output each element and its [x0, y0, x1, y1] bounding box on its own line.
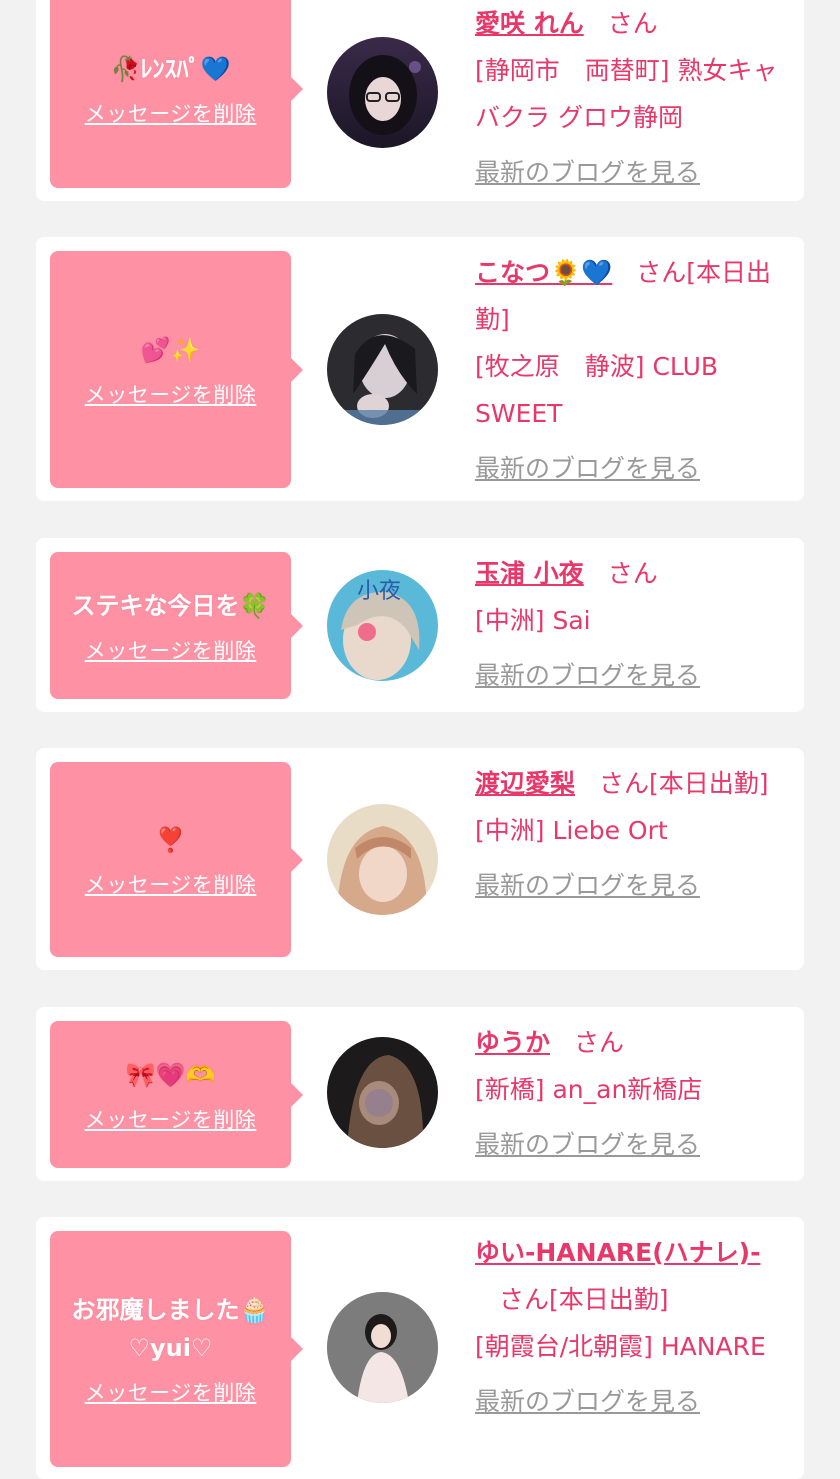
message-text: 💕✨ [140, 335, 201, 364]
honorific: さん [599, 769, 650, 798]
avatar[interactable] [327, 314, 438, 425]
shop-location: [静岡市 両替町] 熟女キャバクラ グロウ静岡 [475, 56, 778, 132]
message-bubble: ❣️ メッセージを削除 [50, 762, 303, 957]
latest-blog-link[interactable]: 最新のブログを見る [475, 1121, 700, 1168]
honorific: さん [607, 9, 658, 38]
shop-location: [新橋] an_an新橋店 [475, 1075, 703, 1104]
cast-name-link[interactable]: ゆうか [475, 1028, 550, 1057]
latest-blog-link[interactable]: 最新のブログを見る [475, 1378, 700, 1425]
shop-location: [中洲] Sai [475, 606, 591, 635]
message-text: ステキな今日を🍀 [71, 591, 270, 620]
message-text: ❣️ [155, 825, 186, 854]
delete-message-link[interactable]: メッセージを削除 [85, 1104, 257, 1134]
avatar[interactable] [327, 1292, 438, 1403]
avatar[interactable] [327, 804, 438, 915]
latest-blog-link[interactable]: 最新のブログを見る [475, 652, 700, 699]
message-text: 🥀ﾚﾝｽﾊﾟ💙 [110, 55, 231, 83]
honorific: さん [636, 258, 687, 287]
cast-name-link[interactable]: 愛咲 れん [475, 9, 584, 38]
delete-message-link[interactable]: メッセージを削除 [85, 379, 257, 409]
cast-info: こなつ🌻💙 さん[本日出勤] [牧之原 静波] CLUB SWEET 最新のブログ… [475, 249, 793, 492]
delete-message-link[interactable]: メッセージを削除 [85, 869, 257, 899]
cast-name-link[interactable]: 渡辺愛梨 [475, 769, 575, 798]
cast-name-link[interactable]: こなつ🌻💙 [475, 258, 612, 287]
avatar-image [327, 1037, 438, 1148]
cast-name-link[interactable]: ゆい-HANARE(ハナレ)- [475, 1238, 760, 1267]
latest-blog-link[interactable]: 最新のブログを見る [475, 149, 700, 196]
message-card: お邪魔しました🧁 ♡yui♡ メッセージを削除 ゆい-HANARE(ハナレ)- さ… [36, 1217, 804, 1479]
honorific: さん [607, 559, 658, 588]
message-card: 🥀ﾚﾝｽﾊﾟ💙 メッセージを削除 愛咲 れん さん [静岡市 両替町] 熟女キャバ… [36, 0, 804, 201]
message-card: ❣️ メッセージを削除 渡辺愛梨 さん[本日出勤] [中洲] Liebe Ort … [36, 748, 804, 970]
svg-text:小夜: 小夜 [357, 579, 401, 604]
cast-info: 愛咲 れん さん [静岡市 両替町] 熟女キャバクラ グロウ静岡 最新のブログを見… [475, 0, 793, 196]
honorific: さん [499, 1285, 550, 1314]
cast-name-link[interactable]: 玉浦 小夜 [475, 559, 584, 588]
delete-message-link[interactable]: メッセージを削除 [85, 1377, 257, 1407]
shop-location: [牧之原 静波] CLUB SWEET [475, 352, 719, 428]
delete-message-link[interactable]: メッセージを削除 [85, 98, 257, 128]
delete-message-link[interactable]: メッセージを削除 [85, 635, 257, 665]
attendance-status: [本日出勤] [649, 769, 769, 798]
avatar-image: 小夜 [327, 570, 438, 681]
cast-info: 玉浦 小夜 さん [中洲] Sai 最新のブログを見る [475, 550, 793, 699]
avatar-image [327, 1292, 438, 1403]
message-bubble: ステキな今日を🍀 メッセージを削除 [50, 552, 303, 699]
cast-info: ゆい-HANARE(ハナレ)- さん[本日出勤] [朝霞台/北朝霞] HANARE… [475, 1229, 793, 1425]
avatar-image [327, 37, 438, 148]
shop-location: [中洲] Liebe Ort [475, 816, 668, 845]
message-bubble: 💕✨ メッセージを削除 [50, 251, 303, 488]
avatar[interactable] [327, 37, 438, 148]
avatar-image [327, 804, 438, 915]
message-bubble: お邪魔しました🧁 ♡yui♡ メッセージを削除 [50, 1231, 303, 1467]
message-bubble: 🥀ﾚﾝｽﾊﾟ💙 メッセージを削除 [50, 0, 303, 188]
message-card: 🎀💗🫶 メッセージを削除 ゆうか さん [新橋] an_an新橋店 最新のブログを… [36, 1007, 804, 1181]
avatar[interactable] [327, 1037, 438, 1148]
cast-info: ゆうか さん [新橋] an_an新橋店 最新のブログを見る [475, 1019, 793, 1168]
latest-blog-link[interactable]: 最新のブログを見る [475, 862, 700, 909]
honorific: さん [574, 1028, 625, 1057]
message-text-line2: ♡yui♡ [128, 1334, 213, 1362]
message-card: ステキな今日を🍀 メッセージを削除 小夜 玉浦 小夜 さん [中洲] Sai 最新… [36, 538, 804, 712]
avatar[interactable]: 小夜 [327, 570, 438, 681]
attendance-status: [本日出勤] [549, 1285, 669, 1314]
message-text: お邪魔しました🧁 [71, 1296, 270, 1324]
message-bubble: 🎀💗🫶 メッセージを削除 [50, 1021, 303, 1168]
cast-info: 渡辺愛梨 さん[本日出勤] [中洲] Liebe Ort 最新のブログを見る [475, 760, 793, 909]
message-card: 💕✨ メッセージを削除 こなつ🌻💙 さん[本日出勤] [牧之原 静波] CLUB … [36, 237, 804, 501]
shop-location: [朝霞台/北朝霞] HANARE [475, 1332, 766, 1361]
message-text: 🎀💗🫶 [125, 1060, 216, 1089]
avatar-image [327, 314, 438, 425]
latest-blog-link[interactable]: 最新のブログを見る [475, 445, 700, 492]
